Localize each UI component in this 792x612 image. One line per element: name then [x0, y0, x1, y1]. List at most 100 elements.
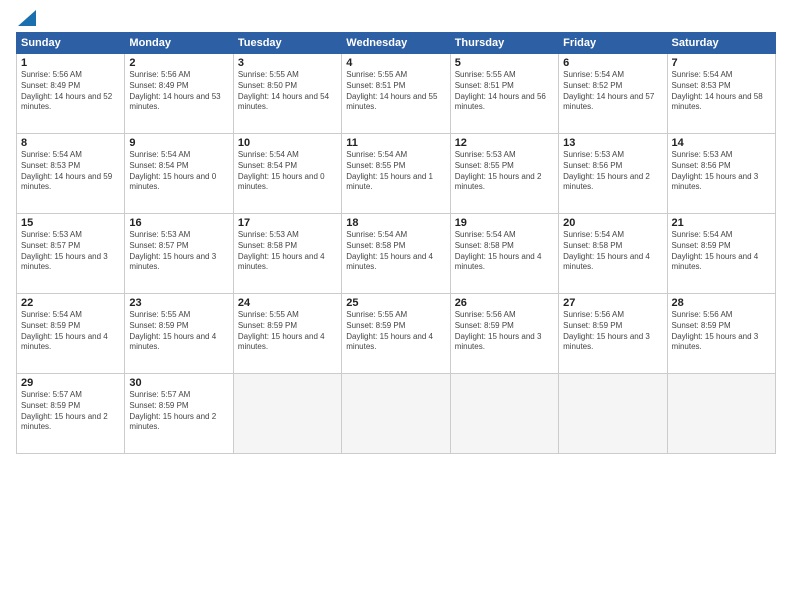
day-info: Sunrise: 5:53 AMSunset: 8:55 PMDaylight:… [455, 150, 554, 193]
day-info: Sunrise: 5:54 AMSunset: 8:58 PMDaylight:… [346, 230, 445, 273]
day-number: 3 [238, 57, 337, 69]
day-info: Sunrise: 5:57 AMSunset: 8:59 PMDaylight:… [129, 390, 228, 433]
calendar-cell: 18Sunrise: 5:54 AMSunset: 8:58 PMDayligh… [342, 214, 450, 294]
page: SundayMondayTuesdayWednesdayThursdayFrid… [0, 0, 792, 612]
calendar-cell: 5Sunrise: 5:55 AMSunset: 8:51 PMDaylight… [450, 54, 558, 134]
day-info: Sunrise: 5:54 AMSunset: 8:54 PMDaylight:… [129, 150, 228, 193]
header [16, 12, 776, 24]
weekday-header: Thursday [450, 33, 558, 54]
day-number: 28 [672, 297, 771, 309]
calendar-cell: 26Sunrise: 5:56 AMSunset: 8:59 PMDayligh… [450, 294, 558, 374]
day-info: Sunrise: 5:56 AMSunset: 8:49 PMDaylight:… [21, 70, 120, 113]
day-info: Sunrise: 5:54 AMSunset: 8:55 PMDaylight:… [346, 150, 445, 193]
calendar-cell: 21Sunrise: 5:54 AMSunset: 8:59 PMDayligh… [667, 214, 775, 294]
day-number: 12 [455, 137, 554, 149]
day-info: Sunrise: 5:54 AMSunset: 8:59 PMDaylight:… [672, 230, 771, 273]
calendar-cell [233, 374, 341, 454]
day-number: 26 [455, 297, 554, 309]
day-info: Sunrise: 5:55 AMSunset: 8:59 PMDaylight:… [346, 310, 445, 353]
weekday-header: Sunday [17, 33, 125, 54]
day-info: Sunrise: 5:54 AMSunset: 8:53 PMDaylight:… [21, 150, 120, 193]
calendar-cell: 29Sunrise: 5:57 AMSunset: 8:59 PMDayligh… [17, 374, 125, 454]
calendar-cell: 17Sunrise: 5:53 AMSunset: 8:58 PMDayligh… [233, 214, 341, 294]
day-number: 13 [563, 137, 662, 149]
calendar-cell: 28Sunrise: 5:56 AMSunset: 8:59 PMDayligh… [667, 294, 775, 374]
day-number: 15 [21, 217, 120, 229]
day-number: 17 [238, 217, 337, 229]
calendar-cell: 27Sunrise: 5:56 AMSunset: 8:59 PMDayligh… [559, 294, 667, 374]
weekday-header: Saturday [667, 33, 775, 54]
day-info: Sunrise: 5:54 AMSunset: 8:58 PMDaylight:… [563, 230, 662, 273]
calendar-cell [450, 374, 558, 454]
calendar-cell: 12Sunrise: 5:53 AMSunset: 8:55 PMDayligh… [450, 134, 558, 214]
calendar-cell: 8Sunrise: 5:54 AMSunset: 8:53 PMDaylight… [17, 134, 125, 214]
day-number: 8 [21, 137, 120, 149]
calendar-cell: 11Sunrise: 5:54 AMSunset: 8:55 PMDayligh… [342, 134, 450, 214]
day-info: Sunrise: 5:53 AMSunset: 8:56 PMDaylight:… [672, 150, 771, 193]
day-number: 21 [672, 217, 771, 229]
calendar-cell: 6Sunrise: 5:54 AMSunset: 8:52 PMDaylight… [559, 54, 667, 134]
logo-icon [18, 10, 36, 26]
day-number: 30 [129, 377, 228, 389]
day-info: Sunrise: 5:53 AMSunset: 8:58 PMDaylight:… [238, 230, 337, 273]
day-info: Sunrise: 5:55 AMSunset: 8:50 PMDaylight:… [238, 70, 337, 113]
day-info: Sunrise: 5:57 AMSunset: 8:59 PMDaylight:… [21, 390, 120, 433]
calendar-cell: 25Sunrise: 5:55 AMSunset: 8:59 PMDayligh… [342, 294, 450, 374]
weekday-header: Friday [559, 33, 667, 54]
day-number: 11 [346, 137, 445, 149]
day-info: Sunrise: 5:53 AMSunset: 8:57 PMDaylight:… [21, 230, 120, 273]
calendar-cell: 4Sunrise: 5:55 AMSunset: 8:51 PMDaylight… [342, 54, 450, 134]
weekday-header: Wednesday [342, 33, 450, 54]
day-number: 18 [346, 217, 445, 229]
day-info: Sunrise: 5:54 AMSunset: 8:53 PMDaylight:… [672, 70, 771, 113]
calendar-cell: 14Sunrise: 5:53 AMSunset: 8:56 PMDayligh… [667, 134, 775, 214]
day-number: 1 [21, 57, 120, 69]
day-number: 6 [563, 57, 662, 69]
calendar-cell [667, 374, 775, 454]
calendar-cell: 16Sunrise: 5:53 AMSunset: 8:57 PMDayligh… [125, 214, 233, 294]
day-info: Sunrise: 5:56 AMSunset: 8:49 PMDaylight:… [129, 70, 228, 113]
day-info: Sunrise: 5:55 AMSunset: 8:51 PMDaylight:… [346, 70, 445, 113]
day-info: Sunrise: 5:54 AMSunset: 8:58 PMDaylight:… [455, 230, 554, 273]
day-number: 24 [238, 297, 337, 309]
day-number: 27 [563, 297, 662, 309]
calendar-cell: 20Sunrise: 5:54 AMSunset: 8:58 PMDayligh… [559, 214, 667, 294]
calendar-cell: 10Sunrise: 5:54 AMSunset: 8:54 PMDayligh… [233, 134, 341, 214]
calendar-cell: 9Sunrise: 5:54 AMSunset: 8:54 PMDaylight… [125, 134, 233, 214]
day-info: Sunrise: 5:55 AMSunset: 8:51 PMDaylight:… [455, 70, 554, 113]
day-number: 20 [563, 217, 662, 229]
calendar-table: SundayMondayTuesdayWednesdayThursdayFrid… [16, 32, 776, 454]
day-info: Sunrise: 5:56 AMSunset: 8:59 PMDaylight:… [563, 310, 662, 353]
day-info: Sunrise: 5:54 AMSunset: 8:52 PMDaylight:… [563, 70, 662, 113]
day-number: 2 [129, 57, 228, 69]
calendar-cell: 1Sunrise: 5:56 AMSunset: 8:49 PMDaylight… [17, 54, 125, 134]
calendar-cell: 23Sunrise: 5:55 AMSunset: 8:59 PMDayligh… [125, 294, 233, 374]
calendar-cell [342, 374, 450, 454]
day-info: Sunrise: 5:56 AMSunset: 8:59 PMDaylight:… [455, 310, 554, 353]
day-number: 10 [238, 137, 337, 149]
calendar-cell: 24Sunrise: 5:55 AMSunset: 8:59 PMDayligh… [233, 294, 341, 374]
day-info: Sunrise: 5:56 AMSunset: 8:59 PMDaylight:… [672, 310, 771, 353]
day-number: 25 [346, 297, 445, 309]
day-number: 22 [21, 297, 120, 309]
day-number: 16 [129, 217, 228, 229]
day-info: Sunrise: 5:53 AMSunset: 8:57 PMDaylight:… [129, 230, 228, 273]
day-info: Sunrise: 5:55 AMSunset: 8:59 PMDaylight:… [238, 310, 337, 353]
day-number: 14 [672, 137, 771, 149]
day-number: 23 [129, 297, 228, 309]
weekday-header: Monday [125, 33, 233, 54]
day-number: 9 [129, 137, 228, 149]
day-number: 4 [346, 57, 445, 69]
weekday-header: Tuesday [233, 33, 341, 54]
day-info: Sunrise: 5:53 AMSunset: 8:56 PMDaylight:… [563, 150, 662, 193]
calendar-cell: 15Sunrise: 5:53 AMSunset: 8:57 PMDayligh… [17, 214, 125, 294]
day-info: Sunrise: 5:54 AMSunset: 8:54 PMDaylight:… [238, 150, 337, 193]
calendar-cell: 7Sunrise: 5:54 AMSunset: 8:53 PMDaylight… [667, 54, 775, 134]
logo [16, 12, 36, 24]
day-info: Sunrise: 5:55 AMSunset: 8:59 PMDaylight:… [129, 310, 228, 353]
calendar-cell [559, 374, 667, 454]
day-number: 7 [672, 57, 771, 69]
day-number: 5 [455, 57, 554, 69]
day-number: 29 [21, 377, 120, 389]
day-number: 19 [455, 217, 554, 229]
